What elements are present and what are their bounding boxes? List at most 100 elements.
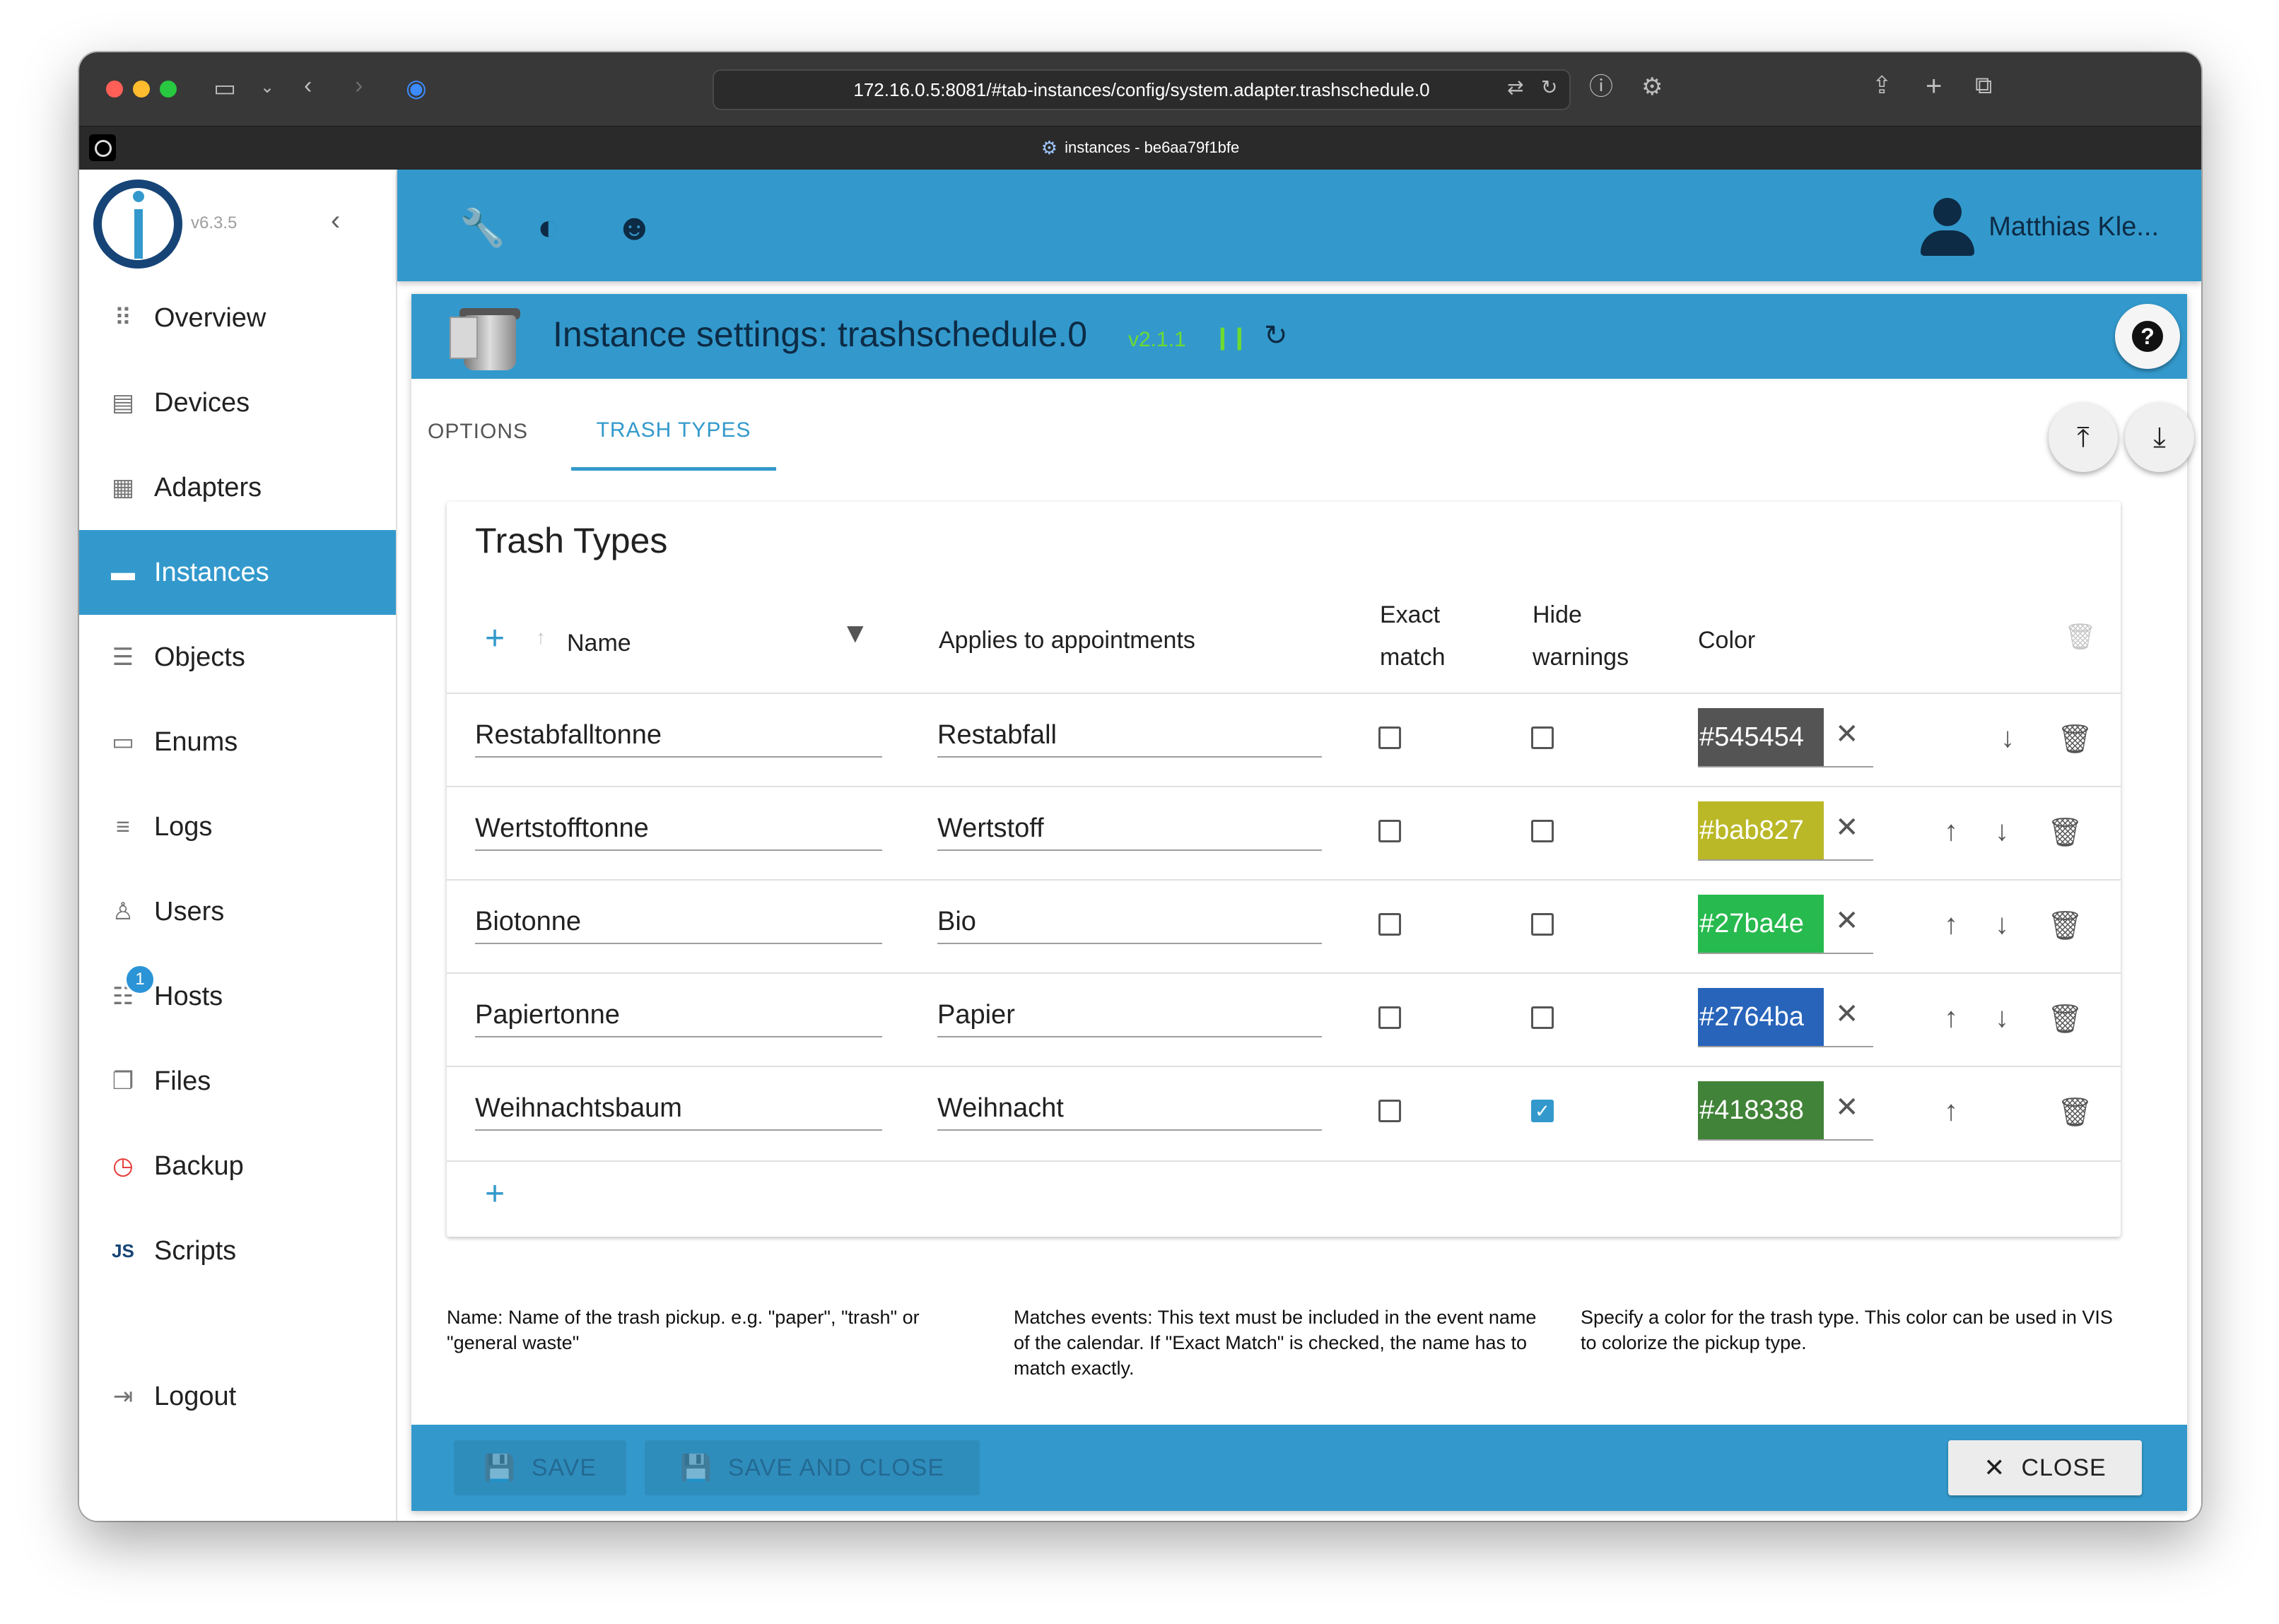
hide-warnings-checkbox[interactable]	[1531, 1006, 1554, 1029]
help-button[interactable]: ?	[2115, 304, 2180, 369]
color-swatch[interactable]: #418338	[1698, 1081, 1824, 1139]
sidebar-item-objects[interactable]: ☰ Objects	[79, 615, 396, 700]
help-name: Name: Name of the trash pickup. e.g. "pa…	[447, 1307, 920, 1353]
color-swatch[interactable]: #2764ba	[1698, 988, 1824, 1046]
clear-color-icon[interactable]: ✕	[1835, 905, 1859, 937]
sidebar-item-users[interactable]: ♙ Users	[79, 869, 396, 954]
minimize-window-button[interactable]	[133, 81, 150, 98]
iobroker-logo[interactable]	[93, 180, 182, 269]
info-icon[interactable]: ⓘ	[1589, 75, 1613, 99]
exact-match-checkbox[interactable]	[1378, 1100, 1401, 1122]
sidebar-item-backup[interactable]: ◷ Backup	[79, 1124, 396, 1208]
sidebar-item-enums[interactable]: ▭ Enums	[79, 700, 396, 784]
delete-row-icon[interactable]: 🗑	[2047, 1002, 2083, 1035]
exact-match-checkbox[interactable]	[1378, 1006, 1401, 1029]
name-input[interactable]: Biotonne	[475, 902, 882, 944]
hide-warnings-checkbox[interactable]	[1531, 726, 1554, 749]
zoom-window-button[interactable]	[160, 81, 177, 98]
reload-icon[interactable]: ↻	[1541, 78, 1557, 98]
move-down-icon[interactable]: ↓	[1995, 816, 2009, 847]
applies-input[interactable]: Bio	[937, 902, 1322, 944]
applies-input[interactable]: Wertstoff	[937, 808, 1322, 851]
wrench-icon[interactable]: 🔧	[459, 206, 505, 249]
theme-icon[interactable]: ◐	[537, 206, 559, 249]
close-button[interactable]: ✕ CLOSE	[1948, 1440, 2142, 1495]
move-down-icon[interactable]: ↓	[1995, 909, 2009, 941]
expert-mode-icon[interactable]: ☻	[615, 206, 654, 249]
sidebar-item-hosts[interactable]: ☷ Hosts 1	[79, 954, 396, 1039]
hide-warnings-checkbox[interactable]: ✓	[1531, 1100, 1554, 1122]
address-bar[interactable]: 172.16.0.5:8081/#tab-instances/config/sy…	[713, 69, 1571, 110]
reload-instance-icon[interactable]: ↻	[1264, 319, 1288, 352]
exact-match-checkbox[interactable]	[1378, 726, 1401, 749]
user-menu[interactable]: Matthias Kle...	[1918, 198, 2159, 256]
clear-color-icon[interactable]: ✕	[1835, 718, 1859, 751]
sidebar-item-logout[interactable]: ⇥ Logout	[79, 1354, 396, 1439]
applies-input[interactable]: Papier	[937, 995, 1322, 1037]
name-input[interactable]: Restabfalltonne	[475, 715, 882, 758]
tab-overview-icon[interactable]: ⧉	[1975, 73, 1992, 98]
sidebar-item-logs[interactable]: ≡ Logs	[79, 784, 396, 869]
name-input[interactable]: Papiertonne	[475, 995, 882, 1037]
sidebar-item-adapters[interactable]: ▦ Adapters	[79, 445, 396, 530]
delete-row-icon[interactable]: 🗑	[2047, 816, 2083, 849]
close-window-button[interactable]	[106, 81, 123, 98]
download-settings-button[interactable]: ⤓	[2125, 403, 2194, 472]
browser-tab[interactable]: ⚙ instances - be6aa79f1bfe	[79, 126, 2201, 170]
save-button[interactable]: 💾 SAVE	[454, 1440, 626, 1495]
name-input[interactable]: Weihnachtsbaum	[475, 1088, 882, 1131]
tab-options[interactable]: OPTIONS	[426, 393, 530, 471]
sidebar-item-overview[interactable]: ⠿ Overview	[79, 276, 396, 360]
delete-row-icon[interactable]: 🗑	[2057, 722, 2093, 755]
sidebar-item-instances[interactable]: ▬ Instances	[79, 530, 396, 615]
move-up-icon[interactable]: ↑	[1944, 909, 1958, 941]
clear-color-icon[interactable]: ✕	[1835, 811, 1859, 844]
hide-warnings-checkbox[interactable]	[1531, 820, 1554, 842]
color-picker[interactable]: #27ba4e ✕	[1698, 895, 1873, 954]
chevron-left-icon[interactable]: ‹	[331, 205, 340, 237]
pause-icon[interactable]: ❙❙	[1213, 324, 1249, 351]
chevron-down-icon[interactable]: ⌄	[260, 79, 274, 96]
tab-trash-types[interactable]: TRASH TYPES	[571, 393, 776, 471]
clear-color-icon[interactable]: ✕	[1835, 1091, 1859, 1124]
add-row-icon[interactable]: +	[485, 619, 505, 658]
hide-warnings-checkbox[interactable]	[1531, 913, 1554, 936]
move-down-icon[interactable]: ↓	[2000, 722, 2015, 754]
color-picker[interactable]: #418338 ✕	[1698, 1081, 1873, 1141]
back-icon[interactable]: ‹	[304, 73, 312, 98]
settings-icon[interactable]: ⚙	[1641, 75, 1663, 99]
share-icon[interactable]: ⇪	[1872, 73, 1892, 98]
translate-icon[interactable]: ⇄	[1507, 78, 1523, 98]
color-picker[interactable]: #bab827 ✕	[1698, 801, 1873, 861]
sort-arrow-icon[interactable]: ↑	[536, 626, 546, 649]
add-row-bottom-icon[interactable]: +	[485, 1175, 505, 1213]
color-picker[interactable]: #545454 ✕	[1698, 708, 1873, 767]
color-swatch[interactable]: #545454	[1698, 708, 1824, 766]
exact-match-checkbox[interactable]	[1378, 913, 1401, 936]
color-swatch[interactable]: #27ba4e	[1698, 895, 1824, 953]
sidebar-item-devices[interactable]: ▤ Devices	[79, 360, 396, 445]
delete-row-icon[interactable]: 🗑	[2047, 909, 2083, 942]
color-swatch[interactable]: #bab827	[1698, 801, 1824, 859]
clear-color-icon[interactable]: ✕	[1835, 998, 1859, 1030]
move-up-icon[interactable]: ↑	[1944, 1095, 1958, 1127]
delete-row-icon[interactable]: 🗑	[2057, 1095, 2093, 1129]
name-input[interactable]: Wertstofftonne	[475, 808, 882, 851]
exact-match-checkbox[interactable]	[1378, 820, 1401, 842]
save-and-close-button[interactable]: 💾 SAVE AND CLOSE	[645, 1440, 980, 1495]
forward-icon[interactable]: ›	[355, 73, 363, 98]
column-name[interactable]: Name	[567, 622, 631, 664]
sidebar-item-scripts[interactable]: JS Scripts	[79, 1208, 396, 1293]
upload-settings-button[interactable]: ⤒	[2049, 403, 2118, 472]
applies-input[interactable]: Restabfall	[937, 715, 1322, 758]
color-picker[interactable]: #2764ba ✕	[1698, 988, 1873, 1047]
filter-icon[interactable]: ▼	[841, 618, 869, 649]
password-manager-icon[interactable]: ◉	[406, 76, 427, 100]
sidebar-item-files[interactable]: ❐ Files	[79, 1039, 396, 1124]
move-up-icon[interactable]: ↑	[1944, 816, 1958, 847]
applies-input[interactable]: Weihnacht	[937, 1088, 1322, 1131]
move-up-icon[interactable]: ↑	[1944, 1002, 1958, 1034]
sidebar-toggle-icon[interactable]: ▭	[213, 76, 236, 100]
move-down-icon[interactable]: ↓	[1995, 1002, 2009, 1034]
new-tab-icon[interactable]: +	[1926, 72, 1942, 100]
